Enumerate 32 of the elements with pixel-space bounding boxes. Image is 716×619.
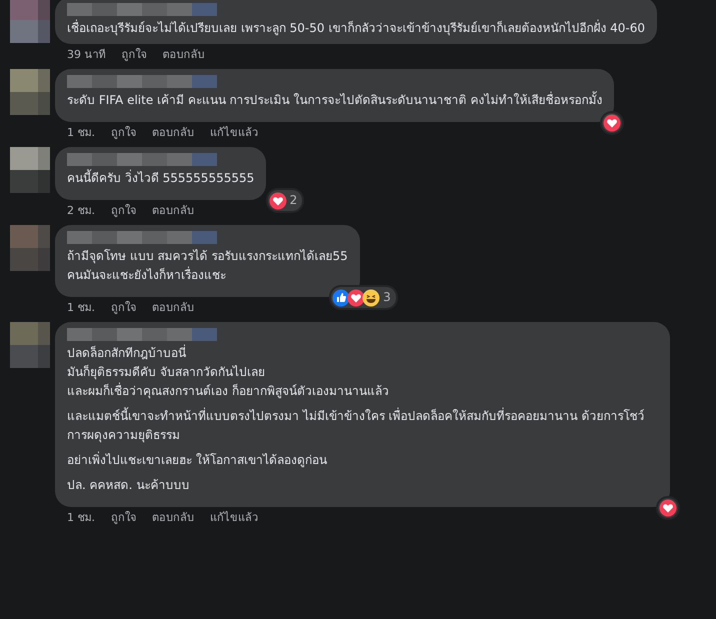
like-link[interactable]: ถูกใจ (111, 510, 136, 527)
edited-label: แก้ไขแล้ว (210, 125, 258, 141)
reaction-badge[interactable]: 2 (268, 190, 302, 211)
timestamp-link[interactable]: 39 นาที (67, 47, 106, 64)
reply-link[interactable]: ตอบกลับ (152, 203, 194, 220)
like-link[interactable]: ถูกใจ (111, 300, 136, 317)
reply-link[interactable]: ตอบกลับ (162, 47, 204, 64)
edited-label: แก้ไขแล้ว (210, 510, 258, 526)
comment-text: คนนี้ดีครับ วิ่งไวดี 555555555555 (67, 169, 254, 187)
like-link[interactable]: ถูกใจ (111, 203, 136, 220)
timestamp-link[interactable]: 1 ชม. (67, 125, 95, 142)
avatar-placeholder (10, 147, 50, 193)
avatar-placeholder (10, 225, 50, 271)
timestamp-link[interactable]: 1 ชม. (67, 300, 95, 317)
comment-text: อย่าเพิ่งไปแชะเขาเลยฮะ ให้โอกาสเขาได้ลองดูก่อน (67, 451, 328, 470)
like-link[interactable]: ถูกใจ (111, 125, 136, 142)
reaction-badge[interactable]: 3 (331, 287, 396, 308)
reply-link[interactable]: ตอบกลับ (152, 125, 194, 142)
reply-link[interactable]: ตอบกลับ (152, 510, 194, 527)
like-link[interactable]: ถูกใจ (122, 47, 146, 64)
avatar-placeholder (10, 0, 50, 43)
comment-text: เชื่อเถอะบุรีรัมย์จะไม่ได้เปรียบเลย เพราะลูก 50-50 เขาก็กลัวว่าจะเข้าข้างบุรีรัมย์เขาก็เลยต้องหนักไปอีกฝั่ง 40-60 (67, 19, 645, 38)
timestamp-link[interactable]: 1 ชม. (67, 510, 95, 527)
reply-link[interactable]: ตอบกลับ (152, 300, 194, 317)
comment-text: ปลดล็อกสักทีกฎบ้าบอนี่ มันก็ยุติธรรมดีคับ จับสลากวัดกันไปเลย และผมก็เชื่อว่าคุณสงกรานต์เอง ก็อยากพิสูจน์ตัวเองมานานแล้ว (67, 344, 390, 400)
avatar-placeholder (10, 322, 50, 368)
timestamp-link[interactable]: 2 ชม. (67, 203, 95, 220)
comment-text: ระดับ FIFA elite เค้ามี คะแนน การประเมิน ในการจะไปตัดสินระดับนานาชาติ คงไม่ทำให้เสียชื่อหรอกมั้ง (67, 91, 602, 109)
comment-text: ปล. คคหสด. นะค้าบบบ (67, 477, 190, 494)
comment-text: ถ้ามีจุดโทษ แบบ สมควรได้ รอรับแรงกระแทกได้เลย55 คนมันจะแชะยังไงก็หาเรื่องแชะ (67, 248, 348, 284)
comment-text: และแมตช์นี้เขาจะทำหน้าที่แบบตรงไปตรงมา ไม่มีเข้าข้างใคร เพื่อปลดล็อคให้สมกับที่รอคอยมานาน ด้วยการโชว์การผดุงความยุติธรรม (67, 407, 646, 444)
avatar-placeholder (10, 69, 50, 115)
